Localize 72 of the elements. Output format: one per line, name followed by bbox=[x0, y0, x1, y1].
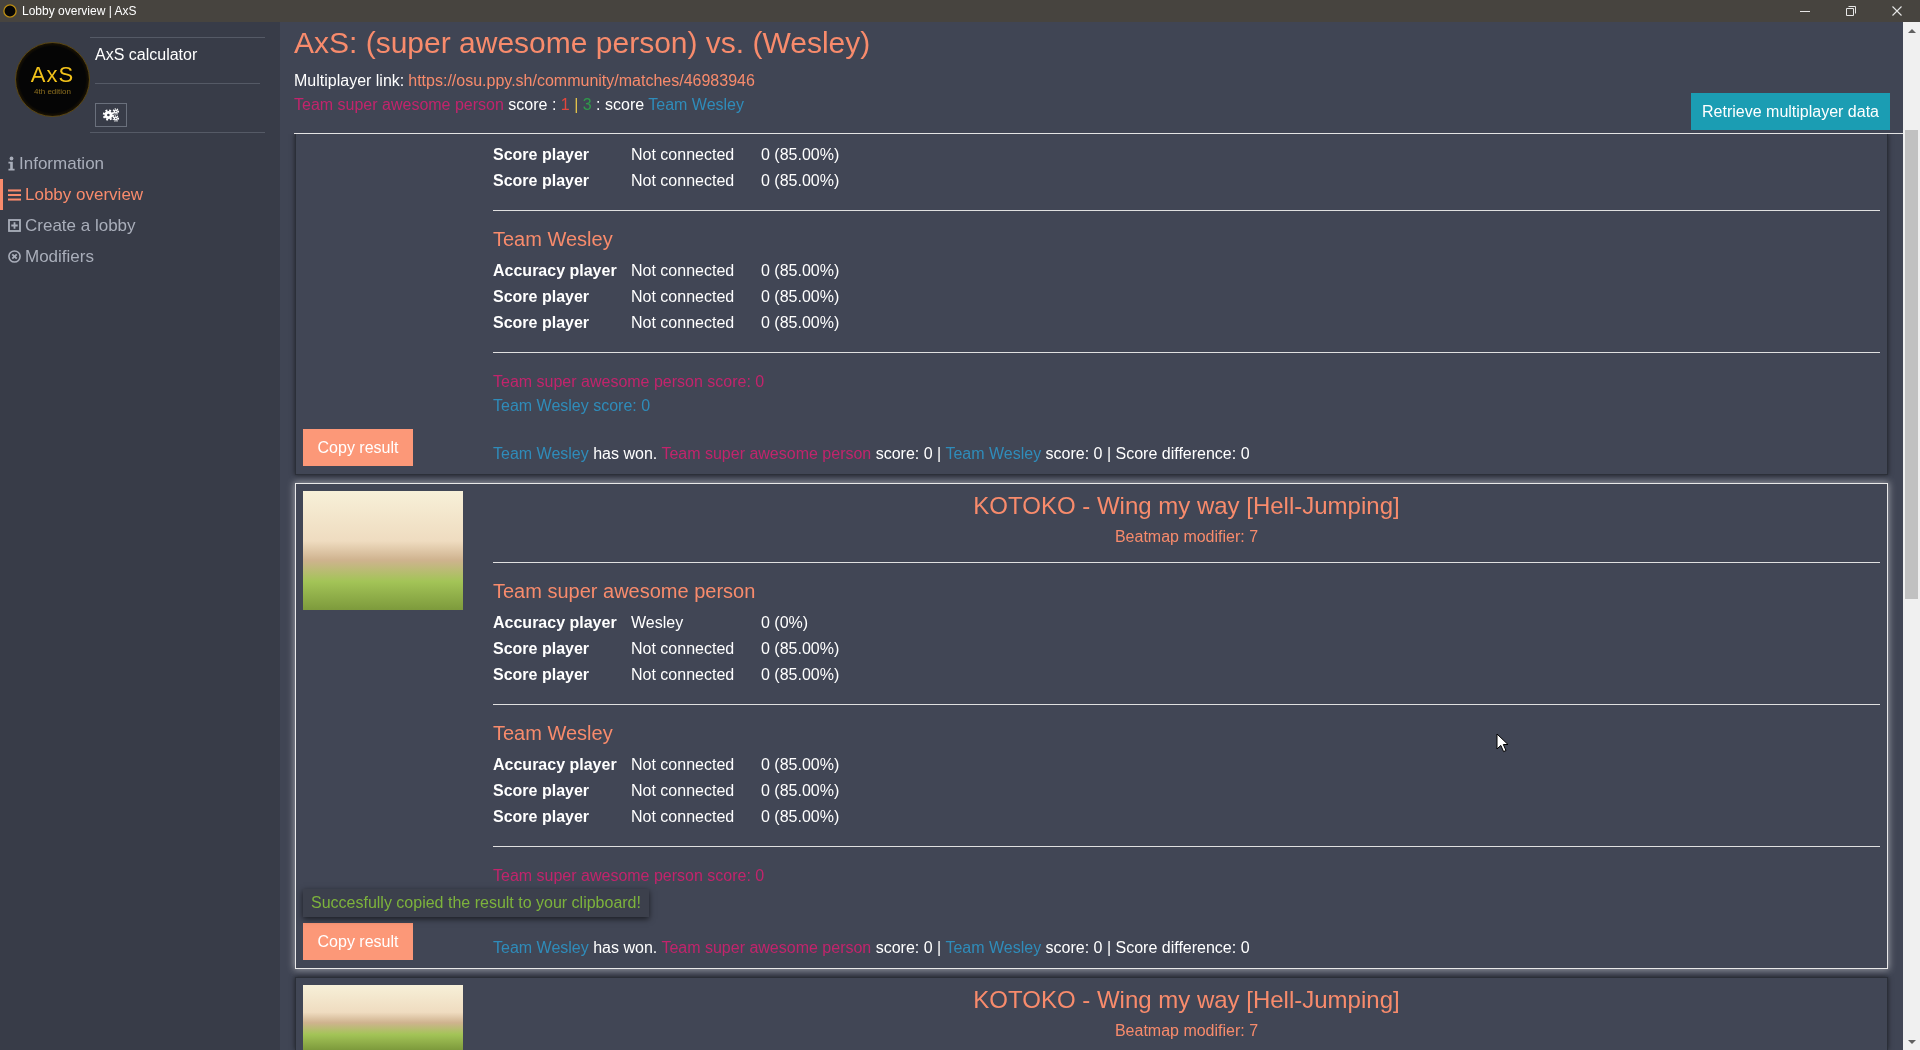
player-score: 0 (85.00%) bbox=[761, 313, 840, 333]
player-score: 0 (0%) bbox=[761, 613, 809, 633]
player-score: 0 (85.00%) bbox=[761, 755, 840, 775]
link-label: Multiplayer link: bbox=[294, 72, 405, 89]
player-role: Accuracy player bbox=[493, 613, 617, 633]
scrollbar-thumb[interactable] bbox=[1905, 130, 1918, 599]
player-score: 0 (85.00%) bbox=[761, 145, 840, 165]
beatmap-title: KOTOKO - Wing my way [Hell-Jumping] bbox=[973, 985, 1400, 1015]
logo-icon bbox=[3, 4, 17, 18]
player-name: Wesley bbox=[631, 613, 684, 633]
player-role: Score player bbox=[493, 807, 590, 827]
settings-button[interactable] bbox=[95, 103, 127, 127]
logo-title: AxS bbox=[30, 62, 75, 87]
player-role: Accuracy player bbox=[493, 261, 617, 281]
gears-icon bbox=[102, 108, 120, 122]
app-name: AxS calculator bbox=[95, 45, 198, 65]
player-score: 0 (85.00%) bbox=[761, 639, 840, 659]
player-score: 0 (85.00%) bbox=[761, 171, 840, 191]
team-score: Team super awesome person score: 0 bbox=[493, 372, 765, 392]
player-name: Not connected bbox=[631, 261, 735, 281]
player-score: 0 (85.00%) bbox=[761, 261, 840, 281]
player-score: 0 (85.00%) bbox=[761, 781, 840, 801]
nav-item[interactable]: Create a lobby bbox=[0, 210, 280, 241]
circle-x-icon bbox=[8, 250, 21, 263]
team-name: Team super awesome person bbox=[493, 579, 756, 604]
team-score: Team super awesome person score: 0 bbox=[493, 866, 765, 886]
player-score: 0 (85.00%) bbox=[761, 287, 840, 307]
match-score-line: Team super awesome person score : 1 | 3 : score Team Wesley bbox=[294, 95, 744, 115]
player-role: Accuracy player bbox=[493, 755, 617, 775]
nav-item[interactable]: Information bbox=[0, 148, 280, 179]
plus-square-icon bbox=[8, 219, 21, 232]
copied-toast: Succesfully copied the result to your clipboard! bbox=[303, 889, 649, 917]
beatmap-modifier: Beatmap modifier: 7 bbox=[1114, 1021, 1259, 1041]
player-role: Score player bbox=[493, 313, 590, 333]
logo-subtitle: 4th edition bbox=[34, 86, 71, 97]
down-arrow-icon bbox=[1907, 1039, 1916, 1044]
match-link[interactable]: https://osu.ppy.sh/community/matches/46983946 bbox=[408, 72, 755, 89]
beatmap-modifier: Beatmap modifier: 7 bbox=[1114, 527, 1259, 547]
close-icon bbox=[1892, 6, 1902, 16]
result-summary: Team Wesley has won. Team super awesome person score: 0 | Team Wesley score: 0 | Score difference: 0 bbox=[493, 938, 1250, 958]
team-name: Team Wesley bbox=[493, 227, 613, 252]
player-name: Not connected bbox=[631, 171, 735, 191]
result-summary: Team Wesley has won. Team super awesome person score: 0 | Team Wesley score: 0 | Score difference: 0 bbox=[493, 444, 1250, 464]
restore-icon bbox=[1846, 6, 1856, 16]
player-score: 0 (85.00%) bbox=[761, 665, 840, 685]
player-role: Score player bbox=[493, 145, 590, 165]
player-name: Not connected bbox=[631, 313, 735, 333]
player-name: Not connected bbox=[631, 781, 735, 801]
player-role: Score player bbox=[493, 639, 590, 659]
window-title: Lobby overview | AxS bbox=[22, 4, 137, 18]
up-arrow-icon bbox=[1907, 28, 1916, 33]
player-role: Score player bbox=[493, 665, 590, 685]
menu-icon bbox=[8, 188, 21, 201]
player-name: Not connected bbox=[631, 287, 735, 307]
nav-item[interactable]: Modifiers bbox=[0, 241, 280, 272]
retrieve-data-button[interactable]: Retrieve multiplayer data bbox=[1691, 93, 1890, 130]
info-icon bbox=[8, 156, 15, 171]
player-name: Not connected bbox=[631, 755, 735, 775]
player-role: Score player bbox=[493, 287, 590, 307]
player-name: Not connected bbox=[631, 639, 735, 659]
player-name: Not connected bbox=[631, 145, 735, 165]
page-title: AxS: (super awesome person) vs. (Wesley) bbox=[294, 25, 871, 61]
team-name: Team Wesley bbox=[493, 721, 613, 746]
mouse-pointer-icon bbox=[1496, 733, 1509, 753]
player-score: 0 (85.00%) bbox=[761, 807, 840, 827]
minimize-icon bbox=[1800, 10, 1810, 12]
beatmap-title: KOTOKO - Wing my way [Hell-Jumping] bbox=[973, 491, 1400, 521]
player-role: Score player bbox=[493, 781, 590, 801]
player-name: Not connected bbox=[631, 807, 735, 827]
player-role: Score player bbox=[493, 171, 590, 191]
player-name: Not connected bbox=[631, 665, 735, 685]
team-score: Team Wesley score: 0 bbox=[493, 396, 651, 416]
